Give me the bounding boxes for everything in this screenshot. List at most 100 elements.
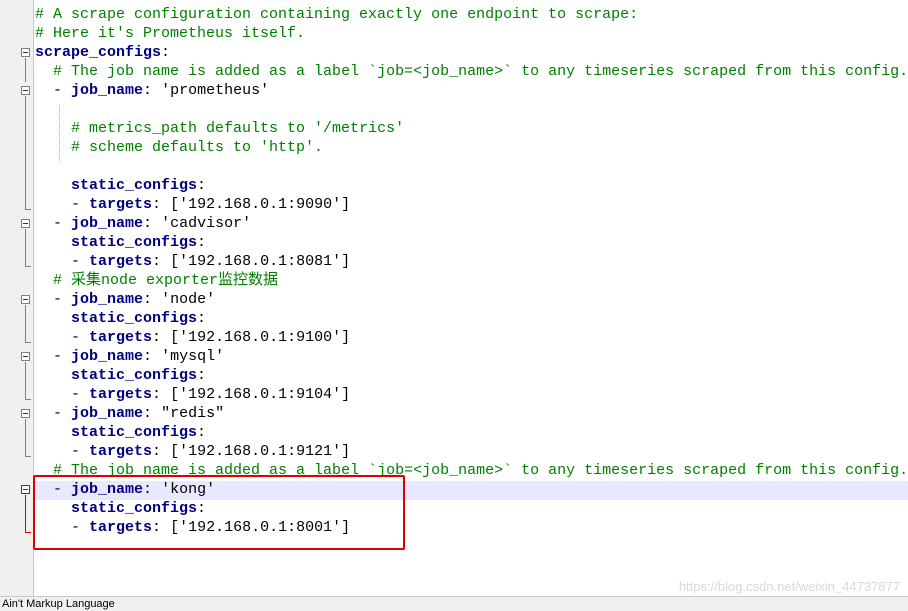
code-line[interactable]: static_configs: — [35, 366, 206, 385]
code-line[interactable]: # Here it's Prometheus itself. — [35, 24, 305, 43]
fold-collapse-icon[interactable] — [21, 48, 30, 57]
yaml-punct: - — [71, 443, 90, 460]
yaml-punct: - — [71, 329, 90, 346]
yaml-punct: - — [53, 215, 72, 232]
code-line[interactable]: - targets: ['192.168.0.1:9121'] — [35, 442, 350, 461]
yaml-key: job_name — [71, 82, 144, 99]
fold-line — [25, 495, 26, 533]
code-line[interactable]: - job_name: 'prometheus' — [35, 81, 269, 100]
yaml-punct: - — [71, 386, 90, 403]
code-line[interactable]: scrape_configs: — [35, 43, 170, 62]
fold-collapse-icon[interactable] — [21, 485, 30, 494]
code-line[interactable]: # A scrape configuration containing exac… — [35, 5, 638, 24]
yaml-value: ['192.168.0.1:9090'] — [170, 196, 351, 213]
fold-end — [25, 209, 31, 210]
yaml-key: job_name — [71, 215, 144, 232]
code-line[interactable]: # scheme defaults to 'http'. — [35, 138, 323, 157]
yaml-punct: : — [143, 215, 162, 232]
yaml-punct: : — [197, 310, 207, 327]
yaml-key: targets — [89, 253, 153, 270]
fold-end — [25, 266, 31, 267]
yaml-value: ['192.168.0.1:9121'] — [170, 443, 351, 460]
yaml-key: static_configs — [71, 234, 198, 251]
code-line[interactable]: - job_name: 'mysql' — [35, 347, 224, 366]
yaml-punct: : — [143, 291, 162, 308]
yaml-value: ['192.168.0.1:9104'] — [170, 386, 351, 403]
fold-collapse-icon[interactable] — [21, 409, 30, 418]
yaml-punct: - — [71, 196, 90, 213]
yaml-punct: : — [197, 424, 207, 441]
code-line[interactable]: - targets: ['192.168.0.1:8081'] — [35, 252, 350, 271]
yaml-punct: - — [71, 253, 90, 270]
yaml-value: 'cadvisor' — [161, 215, 252, 232]
yaml-value: 'mysql' — [161, 348, 225, 365]
code-line[interactable]: static_configs: — [35, 233, 206, 252]
watermark: https://blog.csdn.net/weixin_44737877 — [678, 579, 900, 594]
yaml-punct: - — [53, 291, 72, 308]
code-comment: # Here it's Prometheus itself. — [35, 25, 306, 42]
yaml-key: static_configs — [71, 424, 198, 441]
code-line[interactable]: - targets: ['192.168.0.1:9090'] — [35, 195, 350, 214]
yaml-punct: : — [161, 44, 171, 61]
code-line[interactable]: # 采集node exporter监控数据 — [35, 271, 278, 290]
yaml-key: job_name — [71, 405, 144, 422]
yaml-value: 'node' — [161, 291, 216, 308]
fold-line — [25, 419, 26, 457]
code-comment: # A scrape configuration containing exac… — [35, 6, 639, 23]
yaml-punct: - — [53, 405, 72, 422]
yaml-key: static_configs — [71, 367, 198, 384]
fold-collapse-icon[interactable] — [21, 295, 30, 304]
fold-end — [25, 342, 31, 343]
yaml-punct: : — [152, 196, 171, 213]
yaml-key: static_configs — [71, 177, 198, 194]
code-line[interactable]: - targets: ['192.168.0.1:9104'] — [35, 385, 350, 404]
yaml-value: ['192.168.0.1:8081'] — [170, 253, 351, 270]
code-comment: # 采集node exporter监控数据 — [53, 272, 279, 289]
yaml-punct: - — [53, 82, 72, 99]
yaml-key: job_name — [71, 348, 144, 365]
yaml-punct: : — [197, 177, 207, 194]
code-line[interactable]: - job_name: "redis" — [35, 404, 224, 423]
code-comment: # The job name is added as a label `job=… — [53, 63, 908, 80]
code-line[interactable]: - job_name: 'node' — [35, 290, 215, 309]
yaml-punct: : — [152, 443, 171, 460]
code-line[interactable]: - targets: ['192.168.0.1:9100'] — [35, 328, 350, 347]
code-line[interactable]: static_configs: — [35, 423, 206, 442]
code-line[interactable]: # The job name is added as a label `job=… — [35, 62, 908, 81]
yaml-value: "redis" — [161, 405, 225, 422]
kong-job-highlight-box — [33, 475, 405, 550]
code-line[interactable]: - job_name: 'cadvisor' — [35, 214, 251, 233]
fold-line — [25, 96, 26, 209]
fold-line — [25, 229, 26, 267]
yaml-key: job_name — [71, 291, 144, 308]
fold-line — [25, 58, 26, 82]
yaml-punct: - — [53, 348, 72, 365]
fold-collapse-icon[interactable] — [21, 86, 30, 95]
code-line[interactable]: static_configs: — [35, 176, 206, 195]
yaml-key: static_configs — [71, 310, 198, 327]
editor-margin — [0, 0, 14, 596]
code-line[interactable]: static_configs: — [35, 309, 206, 328]
code-editor[interactable]: # A scrape configuration containing exac… — [0, 0, 908, 596]
yaml-punct: : — [197, 367, 207, 384]
code-comment: # scheme defaults to 'http'. — [71, 139, 324, 156]
yaml-key: targets — [89, 443, 153, 460]
code-line[interactable]: # metrics_path defaults to '/metrics' — [35, 119, 404, 138]
fold-collapse-icon[interactable] — [21, 219, 30, 228]
yaml-punct: : — [152, 386, 171, 403]
fold-collapse-icon[interactable] — [21, 352, 30, 361]
